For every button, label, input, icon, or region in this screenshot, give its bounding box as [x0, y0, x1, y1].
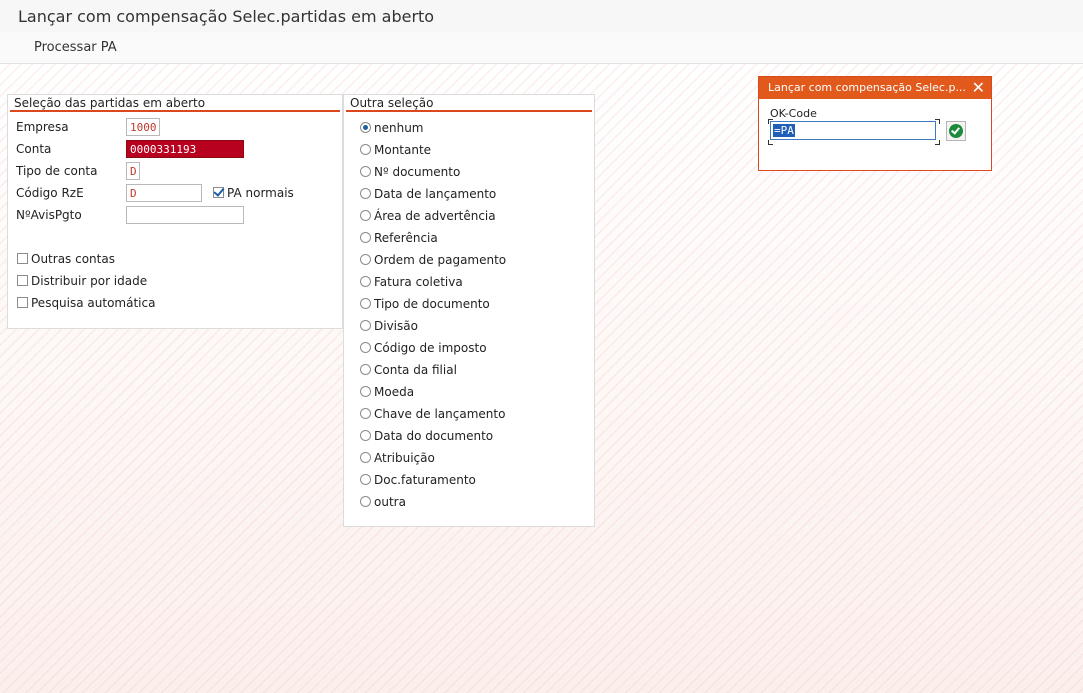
radio-label: Doc.faturamento [374, 473, 476, 487]
radio-7[interactable] [360, 276, 371, 287]
navispgto-label: NºAvisPgto [16, 208, 82, 222]
title-bar: Lançar com compensação Selec.partidas em… [0, 0, 1083, 33]
focus-bracket-br [935, 140, 940, 145]
conta-field[interactable]: 0000331193 [126, 140, 244, 158]
radio-17[interactable] [360, 496, 371, 507]
radio-label: Tipo de documento [374, 297, 490, 311]
application-toolbar: Processar PA [0, 32, 1083, 64]
page-title: Lançar com compensação Selec.partidas em… [18, 7, 435, 26]
close-icon[interactable]: ✕ [972, 78, 985, 97]
radio-2[interactable] [360, 166, 371, 177]
group-title-underline [10, 110, 340, 112]
okcode-dialog: Lançar com compensação Selec.p... ✕ OK-C… [758, 76, 992, 171]
navispgto-field[interactable] [126, 206, 244, 224]
radio-label: Moeda [374, 385, 415, 399]
radio-label: outra [374, 495, 406, 509]
radio-4[interactable] [360, 210, 371, 221]
outras-contas-checkbox[interactable] [17, 253, 28, 264]
radio-11[interactable] [360, 364, 371, 375]
radio-label: Ordem de pagamento [374, 253, 507, 267]
radio-label: Referência [374, 231, 438, 245]
radio-label: Área de advertência [374, 209, 496, 223]
radio-16[interactable] [360, 474, 371, 485]
radio-1[interactable] [360, 144, 371, 155]
radio-0[interactable] [360, 122, 371, 133]
radio-8[interactable] [360, 298, 371, 309]
pa-normais-label: PA normais [227, 186, 294, 200]
radio-label: Conta da filial [374, 363, 457, 377]
checkmark-icon [949, 124, 963, 138]
codigo-rze-field[interactable]: D [126, 184, 202, 202]
radio-label: Divisão [374, 319, 418, 333]
okcode-value: =PA [773, 124, 795, 137]
empresa-field[interactable]: 1000 [126, 118, 160, 136]
radio-13[interactable] [360, 408, 371, 419]
radio-label: Chave de lançamento [374, 407, 506, 421]
empresa-label: Empresa [16, 120, 69, 134]
okcode-input[interactable]: =PA [770, 121, 936, 140]
distribuir-por-idade-label: Distribuir por idade [31, 274, 148, 288]
radio-9[interactable] [360, 320, 371, 331]
outras-contas-label: Outras contas [31, 252, 115, 266]
group-title: Outra seleção [350, 96, 434, 110]
confirm-button[interactable] [946, 121, 966, 141]
distribuir-por-idade-checkbox[interactable] [17, 275, 28, 286]
conta-label: Conta [16, 142, 52, 156]
open-items-selection-group: Seleção das partidas em aberto Empresa 1… [7, 94, 343, 329]
radio-14[interactable] [360, 430, 371, 441]
radio-label: Atribuição [374, 451, 435, 465]
process-pa-button[interactable]: Processar PA [34, 40, 117, 55]
codigo-rze-label: Código RzE [16, 186, 84, 200]
tipo-conta-field[interactable]: D [126, 162, 140, 180]
radio-label: Montante [374, 143, 432, 157]
group-title-underline [346, 110, 592, 112]
tipo-conta-label: Tipo de conta [16, 164, 98, 178]
radio-15[interactable] [360, 452, 371, 463]
dialog-header: Lançar com compensação Selec.p... ✕ [759, 77, 991, 99]
radio-label: Nº documento [374, 165, 461, 179]
radio-label: Fatura coletiva [374, 275, 463, 289]
radio-label: Código de imposto [374, 341, 487, 355]
radio-label: Data de lançamento [374, 187, 497, 201]
radio-3[interactable] [360, 188, 371, 199]
radio-12[interactable] [360, 386, 371, 397]
radio-6[interactable] [360, 254, 371, 265]
radio-label: nenhum [374, 121, 424, 135]
pesquisa-automatica-label: Pesquisa automática [31, 296, 156, 310]
pesquisa-automatica-checkbox[interactable] [17, 297, 28, 308]
radio-10[interactable] [360, 342, 371, 353]
other-selection-group: Outra seleção nenhum Montante Nº documento… [343, 94, 595, 527]
radio-5[interactable] [360, 232, 371, 243]
group-title: Seleção das partidas em aberto [14, 96, 206, 110]
focus-bracket-bl [768, 140, 773, 145]
pa-normais-checkbox[interactable] [213, 187, 224, 198]
dialog-title: Lançar com compensação Selec.p... [768, 81, 966, 94]
radio-label: Data do documento [374, 429, 494, 443]
okcode-label: OK-Code [770, 107, 817, 120]
